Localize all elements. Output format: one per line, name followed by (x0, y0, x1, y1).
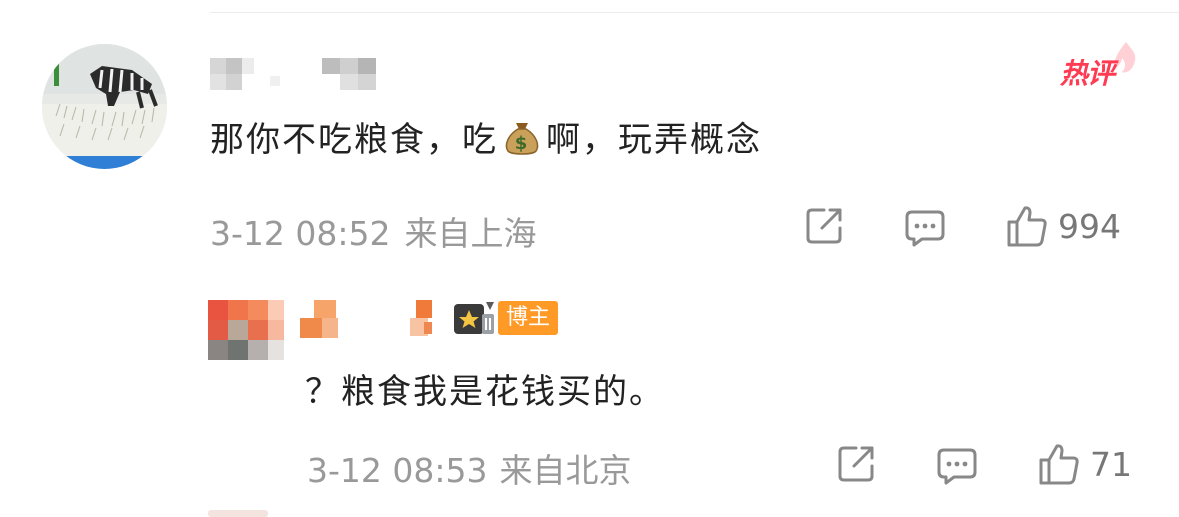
svg-text:$: $ (515, 133, 530, 154)
money-bag-icon: $ (505, 122, 539, 155)
hot-comment-badge: 热评 (1060, 42, 1140, 90)
comment-location: 来自上海 (404, 214, 537, 253)
next-item-edge (208, 510, 268, 517)
username-masked-part2 (322, 58, 376, 74)
comment-button[interactable] (904, 208, 946, 248)
username-masked-dot (270, 76, 280, 86)
like-count: 994 (1058, 206, 1121, 246)
rank-icon (454, 302, 494, 334)
reply-location: 来自北京 (499, 451, 632, 490)
comment-icon (905, 210, 945, 247)
reply-avatar[interactable] (208, 300, 284, 360)
comment-icon (937, 448, 977, 485)
avatar-image (42, 44, 167, 169)
username-masked[interactable] (210, 58, 254, 74)
divider (210, 12, 1179, 13)
like-icon (1039, 444, 1079, 485)
creator-badge: 博主 (452, 300, 559, 336)
comment-meta: 3-12 08:52 来自上海 (210, 207, 537, 255)
reply-like-button[interactable]: 71 (1038, 442, 1132, 486)
reply-meta: 3-12 08:53 来自北京 (307, 444, 632, 492)
reply-text: ？粮食我是花钱买的。 (305, 372, 665, 412)
comment-thread: 热评 那你不吃粮食，吃 $ 啊，玩弄概念 3-12 08:52 来自上海 994… (0, 0, 1179, 517)
comment-text-part2: 啊，玩弄概念 (546, 120, 762, 160)
reply-time: 3-12 08:53 (307, 451, 488, 490)
comment-text-part1: 那你不吃粮食，吃 (210, 120, 498, 160)
share-icon (838, 446, 874, 482)
username-masked-part2-row2 (340, 74, 376, 90)
like-button[interactable]: 994 (1006, 204, 1121, 248)
comment-time: 3-12 08:52 (210, 214, 391, 253)
reply-comment-button[interactable] (936, 446, 978, 486)
creator-label: 博主 (498, 301, 559, 335)
hot-label: 热评 (1060, 57, 1115, 90)
username-masked-row2 (210, 74, 242, 90)
reply-share-button[interactable] (836, 444, 876, 484)
reply-like-count: 71 (1090, 444, 1132, 484)
comment-text: 那你不吃粮食，吃 $ 啊，玩弄概念 (210, 112, 762, 161)
avatar[interactable] (42, 44, 167, 169)
like-icon (1007, 206, 1047, 247)
share-button[interactable] (804, 206, 844, 246)
share-icon (806, 208, 842, 244)
